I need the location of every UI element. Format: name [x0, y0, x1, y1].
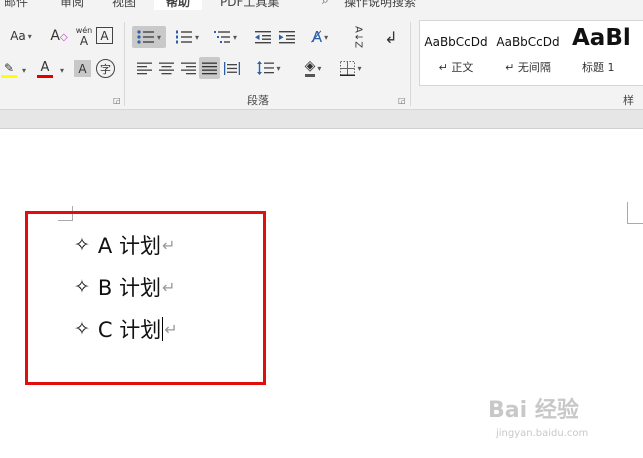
character-shading-button[interactable]: A: [74, 60, 91, 77]
justify-button[interactable]: [199, 57, 220, 79]
tab-tell-me[interactable]: 操作说明搜索: [344, 0, 416, 10]
decrease-indent-button[interactable]: [252, 26, 274, 48]
sort-icon: A↓Z: [352, 25, 364, 49]
styles-gallery: AaBbCcDd ↵ 正文 AaBbCcDd ↵ 无间隔 AaBl 标题 1: [419, 20, 643, 86]
align-right-button[interactable]: [178, 58, 198, 78]
highlight-annotation-box: [25, 211, 266, 385]
line-spacing-button[interactable]: ▾: [252, 57, 286, 79]
tab-review[interactable]: 审阅: [60, 0, 84, 10]
font-color-icon: A: [40, 59, 50, 75]
borders-button[interactable]: ▾: [334, 57, 368, 79]
distributed-button[interactable]: [222, 58, 242, 78]
shading-button[interactable]: ◈ ▾: [296, 57, 330, 79]
tab-view[interactable]: 视图: [112, 0, 136, 10]
font-dialog-launcher-icon[interactable]: ◲: [113, 96, 121, 105]
group-separator: [410, 22, 411, 106]
align-left-icon: [136, 62, 152, 74]
watermark-url: jingyan.baidu.com: [496, 428, 589, 439]
asian-layout-icon: A̸: [311, 28, 323, 46]
style-no-spacing[interactable]: AaBbCcDd ↵ 无间隔: [492, 21, 564, 85]
multilevel-list-icon: [213, 31, 230, 43]
enclose-characters-icon: 字: [100, 62, 111, 76]
search-icon[interactable]: ⌕: [322, 0, 329, 8]
highlighter-icon: ✎: [3, 60, 15, 75]
chevron-down-icon: ▾: [21, 65, 26, 75]
chevron-down-icon: ▾: [357, 63, 362, 73]
style-sample: AaBbCcDd: [424, 35, 488, 49]
tab-help[interactable]: 帮助: [154, 0, 203, 10]
ruler: [0, 110, 643, 129]
style-name: ↵ 无间隔: [505, 61, 551, 74]
baidu-watermark: Bai 经验: [488, 398, 579, 423]
chevron-down-icon: ▾: [324, 32, 329, 42]
chevron-down-icon: ▾: [317, 63, 322, 73]
group-separator: [124, 22, 125, 106]
font-color-dropdown[interactable]: ▾: [56, 62, 66, 78]
align-left-button[interactable]: [134, 58, 154, 78]
phonetic-guide-button[interactable]: wén A: [74, 24, 94, 48]
asian-layout-button[interactable]: A̸ ▾: [304, 26, 336, 48]
font-color-button[interactable]: A: [36, 58, 54, 80]
chevron-down-icon: ▾: [27, 31, 32, 41]
chevron-down-icon: ▾: [232, 32, 237, 42]
chevron-down-icon: ▾: [59, 65, 64, 75]
character-border-icon: A: [100, 28, 109, 43]
tab-pdf-tools[interactable]: PDF工具集: [220, 0, 279, 10]
paragraph-group-label: 段落: [247, 94, 269, 107]
bullet-list-icon: [137, 30, 154, 44]
highlight-button[interactable]: ✎: [0, 58, 18, 80]
chevron-down-icon: ▾: [194, 32, 199, 42]
borders-icon: [340, 60, 356, 76]
chevron-down-icon: ▾: [156, 32, 161, 42]
show-formatting-button[interactable]: ↲: [380, 26, 402, 48]
align-center-button[interactable]: [156, 58, 176, 78]
bullets-button[interactable]: ▾: [132, 26, 166, 48]
clear-formatting-icon: A◇: [50, 28, 68, 44]
chevron-down-icon: ▾: [276, 63, 281, 73]
style-normal[interactable]: AaBbCcDd ↵ 正文: [420, 21, 492, 85]
character-shading-icon: A: [78, 61, 87, 76]
align-center-icon: [158, 62, 174, 74]
paint-bucket-icon: ◈: [304, 59, 316, 77]
enclose-characters-button[interactable]: 字: [96, 59, 115, 78]
style-name: 标题 1: [582, 61, 615, 74]
multilevel-list-button[interactable]: ▾: [208, 26, 242, 48]
increase-indent-icon: [279, 31, 295, 44]
increase-indent-button[interactable]: [276, 26, 298, 48]
decrease-indent-icon: [255, 31, 271, 44]
highlight-dropdown[interactable]: ▾: [18, 62, 28, 78]
style-sample: AaBbCcDd: [496, 35, 560, 49]
crop-mark: [627, 202, 628, 224]
character-border-button[interactable]: A: [96, 27, 113, 44]
style-name: ↵ 正文: [438, 61, 474, 74]
highlight-color-swatch: [1, 74, 17, 78]
tab-mailings[interactable]: 邮件: [4, 0, 28, 10]
align-right-icon: [180, 62, 196, 74]
pilcrow-icon: ↲: [384, 27, 398, 47]
sort-button[interactable]: A↓Z: [346, 26, 370, 48]
clear-formatting-button[interactable]: A◇: [48, 26, 70, 46]
change-case-button[interactable]: Aa ▾: [4, 26, 38, 46]
line-spacing-icon: [257, 61, 275, 75]
font-color-swatch: [37, 74, 53, 78]
distributed-icon: [224, 61, 240, 75]
style-sample: AaBl: [572, 25, 631, 51]
crop-mark: [627, 223, 643, 224]
numbered-list-icon: [175, 30, 192, 44]
style-heading-1[interactable]: AaBl 标题 1: [564, 21, 643, 85]
numbering-button[interactable]: ▾: [170, 26, 204, 48]
ribbon-tabs: 邮件 审阅 视图 帮助 PDF工具集 ⌕ 操作说明搜索: [0, 0, 643, 10]
paragraph-dialog-launcher-icon[interactable]: ◲: [398, 96, 406, 105]
ribbon: Aa ▾ A◇ wén A A ✎ ▾ A ▾ A 字 ◲ ▾ ▾ ▾ A̸ ▾…: [0, 10, 643, 123]
justify-icon: [202, 62, 217, 74]
